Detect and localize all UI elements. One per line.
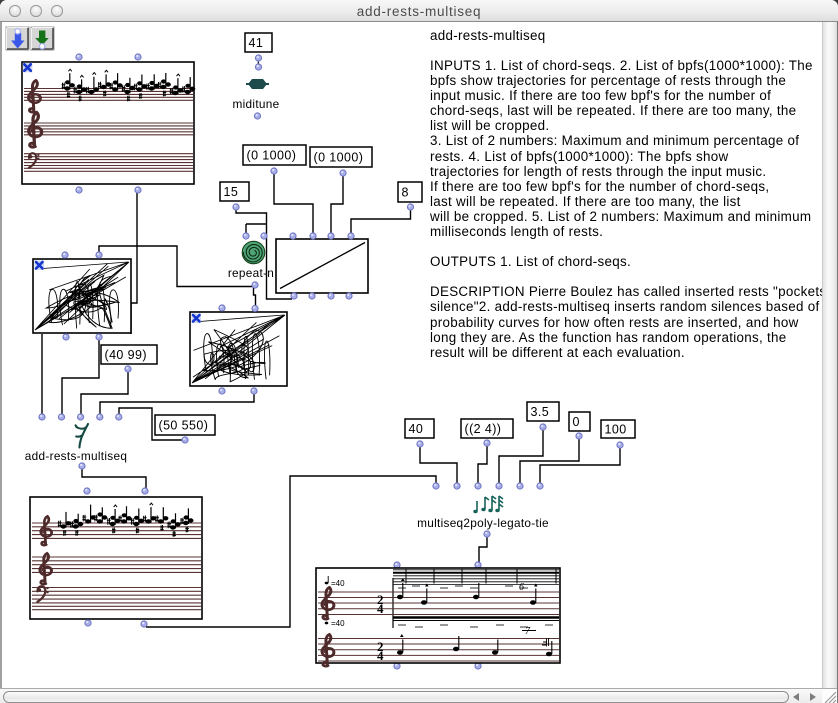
svg-text:41: 41: [249, 36, 264, 50]
svg-text:(0 1000): (0 1000): [314, 151, 364, 165]
svg-text:miditune: miditune: [233, 97, 280, 111]
svg-text:100: 100: [605, 423, 627, 437]
svg-text:((2 4)): ((2 4)): [465, 422, 502, 436]
svg-text:4: 4: [377, 601, 384, 616]
svg-text:4: 4: [377, 648, 384, 663]
svg-text:(50 550): (50 550): [159, 419, 209, 433]
svg-text:(40 99): (40 99): [105, 348, 147, 362]
svg-text:6: 6: [519, 582, 524, 593]
svg-text:3.5: 3.5: [531, 405, 550, 419]
svg-text:0: 0: [573, 415, 580, 429]
svg-text:8: 8: [402, 186, 409, 200]
svg-text:40: 40: [409, 422, 424, 436]
svg-text:multiseq2poly-legato-tie: multiseq2poly-legato-tie: [417, 516, 549, 530]
svg-text:=40: =40: [331, 579, 345, 588]
svg-text:(0 1000): (0 1000): [247, 149, 297, 163]
svg-text:add-rests-multiseq: add-rests-multiseq: [25, 449, 127, 463]
svg-text:repeat-n: repeat-n: [228, 266, 274, 280]
svg-text:=40: =40: [331, 619, 345, 628]
svg-text:15: 15: [224, 185, 239, 199]
